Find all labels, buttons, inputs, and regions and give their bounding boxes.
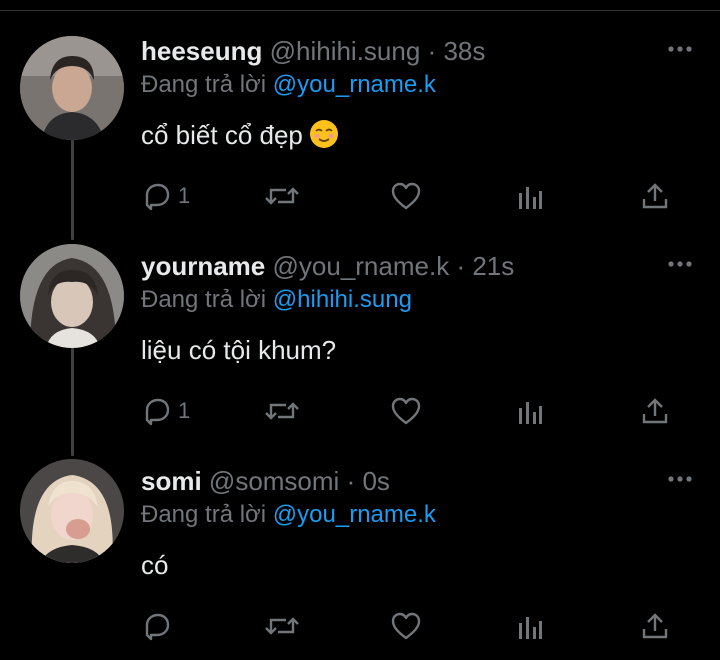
tweet-header: heeseung @hihihi.sung · 38s (141, 36, 485, 66)
analytics-icon (516, 396, 544, 426)
avatar[interactable] (20, 244, 124, 348)
timestamp[interactable]: 0s (362, 466, 389, 496)
heart-icon (390, 611, 422, 641)
replying-to: Đang trả lời @hihihi.sung (141, 285, 412, 315)
share-icon (640, 396, 670, 426)
reply-icon (142, 611, 172, 641)
tweet-text-content: cổ biết cổ đẹp (141, 120, 303, 150)
share-icon (640, 181, 670, 211)
tweet-text-content: có (141, 550, 169, 580)
like-button[interactable] (390, 176, 422, 216)
replying-to: Đang trả lời @you_rname.k (141, 70, 436, 100)
display-name[interactable]: yourname (141, 251, 265, 281)
retweet-button[interactable] (264, 391, 300, 431)
replying-to: Đang trả lời @you_rname.k (141, 500, 436, 530)
mention-link[interactable]: @you_rname.k (273, 501, 436, 528)
retweet-icon (264, 396, 300, 426)
retweet-icon (264, 181, 300, 211)
heart-icon (390, 396, 422, 426)
tweet-text-content: liệu có tội khum? (141, 335, 337, 365)
views-button[interactable] (516, 176, 544, 216)
username[interactable]: @you_rname.k (273, 251, 450, 281)
tweet-header: yourname @you_rname.k · 21s (141, 251, 514, 281)
separator: · (456, 251, 466, 281)
reply-count: 1 (178, 183, 191, 208)
views-button[interactable] (516, 606, 544, 646)
views-button[interactable] (516, 391, 544, 431)
reply-button[interactable] (142, 606, 178, 646)
smiling-face-icon (309, 119, 339, 156)
avatar[interactable] (20, 36, 124, 140)
more-options-icon[interactable] (664, 251, 696, 281)
share-icon (640, 611, 670, 641)
display-name[interactable]: heeseung (141, 36, 262, 66)
like-button[interactable] (390, 391, 422, 431)
avatar[interactable] (20, 459, 124, 563)
retweet-icon (264, 611, 300, 641)
reply-icon (142, 396, 172, 426)
tweet-header: somi @somsomi · 0s (141, 466, 390, 496)
reply-icon (142, 181, 172, 211)
tweet-actions: 1 (0, 391, 720, 431)
username[interactable]: @somsomi (209, 466, 339, 496)
share-button[interactable] (640, 176, 670, 216)
heart-icon (390, 181, 422, 211)
replying-to-label: Đang trả lời (141, 286, 267, 313)
share-button[interactable] (640, 606, 670, 646)
share-button[interactable] (640, 391, 670, 431)
reply-button[interactable]: 1 (142, 391, 190, 431)
retweet-button[interactable] (264, 176, 300, 216)
tweet-text: liệu có tội khum? (141, 334, 336, 366)
retweet-button[interactable] (264, 606, 300, 646)
tweet-text: có (141, 549, 168, 581)
timestamp[interactable]: 38s (443, 36, 485, 66)
username[interactable]: @hihihi.sung (270, 36, 421, 66)
timestamp[interactable]: 21s (472, 251, 514, 281)
analytics-icon (516, 181, 544, 211)
tweet-actions: 1 (0, 176, 720, 216)
reply-count: 1 (178, 398, 191, 423)
more-options-icon[interactable] (664, 466, 696, 496)
reply-button[interactable]: 1 (142, 176, 190, 216)
tweet-text: cổ biết cổ đẹp (141, 119, 339, 156)
more-options-icon[interactable] (664, 36, 696, 66)
tweet-actions (0, 606, 720, 646)
mention-link[interactable]: @you_rname.k (273, 71, 436, 98)
replying-to-label: Đang trả lời (141, 71, 267, 98)
display-name[interactable]: somi (141, 466, 202, 496)
analytics-icon (516, 611, 544, 641)
replying-to-label: Đang trả lời (141, 501, 267, 528)
top-divider (0, 10, 720, 11)
like-button[interactable] (390, 606, 422, 646)
separator: · (427, 36, 437, 66)
mention-link[interactable]: @hihihi.sung (273, 286, 412, 313)
separator: · (346, 466, 356, 496)
